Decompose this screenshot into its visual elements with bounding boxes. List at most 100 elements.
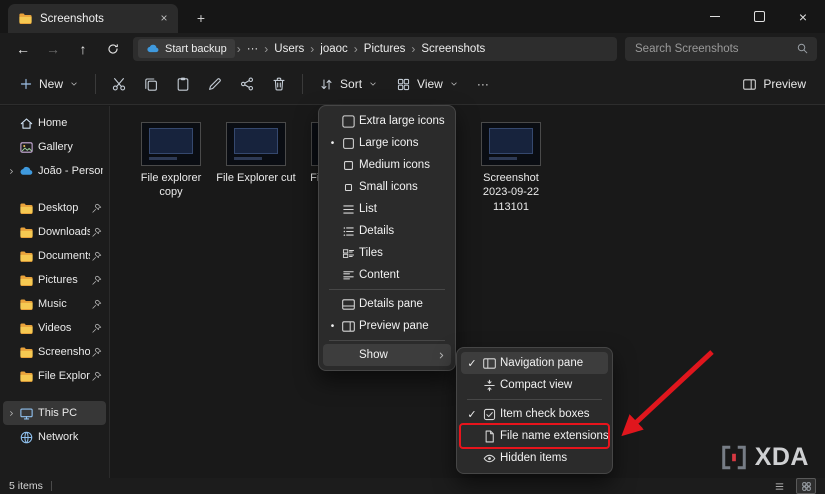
menu-item-compact-view[interactable]: Compact view xyxy=(461,374,608,396)
back-button[interactable]: ← xyxy=(8,36,38,62)
copy-button[interactable] xyxy=(135,69,167,99)
menu-item-preview-pane[interactable]: • Preview pane xyxy=(323,315,451,337)
menu-separator xyxy=(329,340,445,341)
search-icon xyxy=(796,42,809,55)
details-view-toggle[interactable] xyxy=(770,479,788,493)
tab-close-icon[interactable]: × xyxy=(156,11,172,27)
list-view-icon xyxy=(338,202,359,217)
menu-item-label: Item check boxes xyxy=(500,408,604,420)
tab-title: Screenshots xyxy=(40,13,149,25)
sidebar-section-gap xyxy=(0,388,109,401)
menu-item-tiles[interactable]: Tiles xyxy=(323,242,451,264)
refresh-button[interactable] xyxy=(98,36,128,62)
address-bar[interactable]: Start backup › ··· › Users › joaoc › Pic… xyxy=(133,37,617,61)
preview-pane-icon xyxy=(742,77,757,92)
navigation-row: ← → ↑ Start backup › ··· › Users › joaoc… xyxy=(0,33,825,64)
menu-item-content[interactable]: Content xyxy=(323,264,451,286)
item-check-boxes-icon xyxy=(479,407,500,422)
large-icons-icon xyxy=(338,136,359,151)
sidebar-item-file-explorer[interactable]: File Explorer xyxy=(3,364,106,388)
rename-button[interactable] xyxy=(199,69,231,99)
sidebar-item-onedrive[interactable]: João - Personal xyxy=(3,159,106,183)
file-name: Screenshot 2023-09-22 113101 xyxy=(470,171,552,214)
large-thumbnails-view-toggle[interactable] xyxy=(796,478,816,494)
navigation-pane-icon xyxy=(479,356,500,371)
up-button[interactable]: ↑ xyxy=(68,36,98,62)
menu-item-small-icons[interactable]: Small icons xyxy=(323,176,451,198)
cut-icon xyxy=(111,76,127,92)
file-name-extensions-icon xyxy=(479,429,500,444)
forward-button[interactable]: → xyxy=(38,36,68,62)
menu-item-list[interactable]: List xyxy=(323,198,451,220)
delete-button[interactable] xyxy=(263,69,295,99)
chevron-down-icon xyxy=(69,79,79,89)
plus-icon xyxy=(19,77,33,91)
sidebar-item-documents[interactable]: Documents xyxy=(3,244,106,268)
sidebar-item-gallery[interactable]: Gallery xyxy=(3,135,106,159)
sidebar-item-label: Pictures xyxy=(38,274,90,286)
breadcrumb-user[interactable]: joaoc xyxy=(316,42,352,56)
hidden-items-icon xyxy=(479,451,500,466)
explorer-tab[interactable]: Screenshots × xyxy=(8,4,178,33)
menu-item-details[interactable]: Details xyxy=(323,220,451,242)
window-controls: × xyxy=(693,0,825,33)
new-button-label: New xyxy=(39,77,63,91)
sidebar-item-label: Gallery xyxy=(38,141,103,153)
file-item[interactable]: Screenshot 2023-09-22 113101 xyxy=(469,122,553,214)
menu-item-hidden-items[interactable]: Hidden items xyxy=(461,447,608,469)
xda-watermark-text: XDA xyxy=(755,443,809,472)
chevron-right-icon[interactable] xyxy=(6,167,17,176)
view-icon xyxy=(396,77,411,92)
chevron-down-icon xyxy=(368,79,378,89)
minimize-button[interactable] xyxy=(693,0,737,33)
pin-icon xyxy=(90,323,103,334)
cut-button[interactable] xyxy=(103,69,135,99)
chevron-right-icon[interactable] xyxy=(6,409,17,418)
sidebar-item-home[interactable]: Home xyxy=(3,111,106,135)
sidebar-item-desktop[interactable]: Desktop xyxy=(3,196,106,220)
preview-toggle-button[interactable]: Preview xyxy=(733,69,815,99)
details-pane-icon xyxy=(338,297,359,312)
menu-item-navigation-pane[interactable]: ✓ Navigation pane xyxy=(461,352,608,374)
sidebar-item-downloads[interactable]: Downloads xyxy=(3,220,106,244)
view-button[interactable]: View xyxy=(387,69,468,99)
home-icon xyxy=(17,116,35,131)
more-options-button[interactable]: ··· xyxy=(468,69,498,99)
menu-item-details-pane[interactable]: Details pane xyxy=(323,293,451,315)
submenu-arrow-icon xyxy=(436,350,447,361)
menu-item-show[interactable]: Show xyxy=(323,344,451,366)
search-box[interactable] xyxy=(625,37,817,61)
new-tab-button[interactable]: + xyxy=(188,9,214,29)
breadcrumb-users[interactable]: Users xyxy=(270,42,308,56)
paste-button[interactable] xyxy=(167,69,199,99)
sidebar-item-music[interactable]: Music xyxy=(3,292,106,316)
chevron-separator-icon: › xyxy=(409,42,417,56)
breadcrumb-ellipsis[interactable]: ··· xyxy=(243,42,263,56)
breadcrumb-screenshots[interactable]: Screenshots xyxy=(417,42,489,56)
details-view-icon xyxy=(338,224,359,239)
sort-button[interactable]: Sort xyxy=(310,69,387,99)
sidebar-item-network[interactable]: Network xyxy=(3,425,106,449)
preview-pane-icon xyxy=(338,319,359,334)
sidebar-item-videos[interactable]: Videos xyxy=(3,316,106,340)
status-divider xyxy=(51,481,52,491)
sidebar-item-pictures[interactable]: Pictures xyxy=(3,268,106,292)
menu-item-large-icons[interactable]: • Large icons xyxy=(323,132,451,154)
sidebar-item-screenshots[interactable]: Screenshots xyxy=(3,340,106,364)
file-item[interactable]: File Explorer cut xyxy=(214,122,298,185)
menu-item-medium-icons[interactable]: Medium icons xyxy=(323,154,451,176)
file-item[interactable]: File explorer copy xyxy=(129,122,213,200)
close-button[interactable]: × xyxy=(781,0,825,33)
onedrive-cloud-icon xyxy=(146,42,160,56)
menu-item-label: Show xyxy=(359,349,436,361)
share-button[interactable] xyxy=(231,69,263,99)
breadcrumb-pictures[interactable]: Pictures xyxy=(360,42,410,56)
menu-item-file-name-extensions[interactable]: File name extensions xyxy=(461,425,608,447)
sidebar-item-this-pc[interactable]: This PC xyxy=(3,401,106,425)
search-input[interactable] xyxy=(633,42,796,56)
menu-item-extra-large-icons[interactable]: Extra large icons xyxy=(323,110,451,132)
maximize-button[interactable] xyxy=(737,0,781,33)
menu-item-item-check-boxes[interactable]: ✓ Item check boxes xyxy=(461,403,608,425)
start-backup-button[interactable]: Start backup xyxy=(138,39,235,58)
new-button[interactable]: New xyxy=(10,69,88,99)
